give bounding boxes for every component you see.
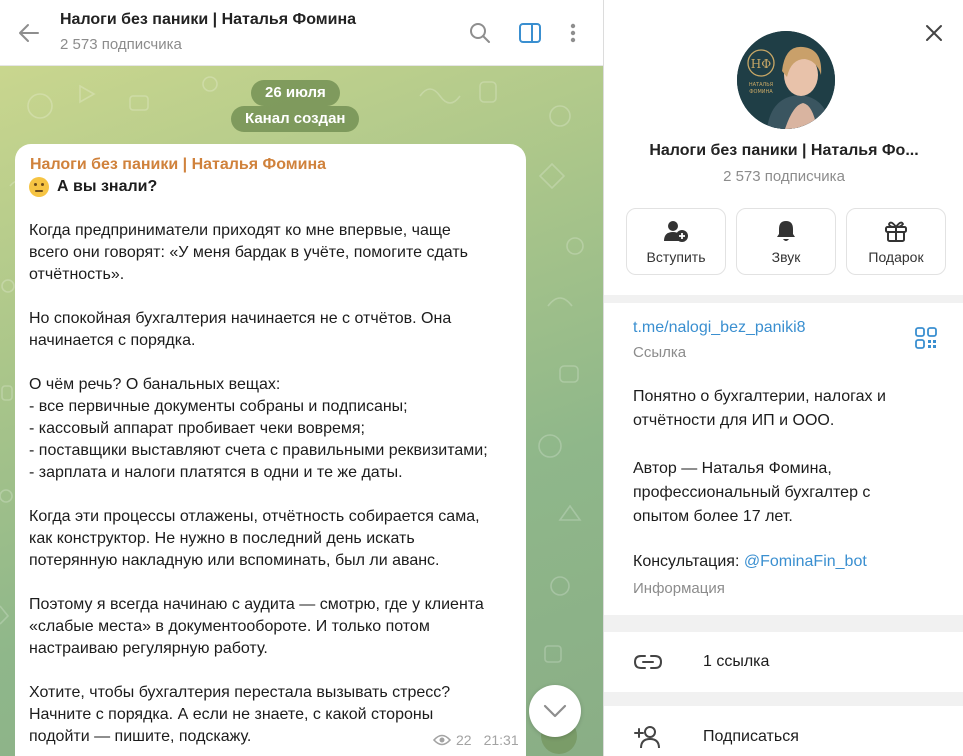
message-line: как конструктор. Не нужно в последний де… — [29, 530, 415, 547]
add-user-outline-icon — [634, 726, 660, 749]
sound-button[interactable]: Звук — [736, 208, 836, 275]
links-row-label: 1 ссылка — [703, 653, 770, 670]
avatar-caption-last: ФОМИНА — [749, 89, 773, 95]
avatar-caption-first: НАТАЛЬЯ — [749, 82, 773, 88]
message-line: Но спокойная бухгалтерия начинается не с… — [29, 310, 452, 327]
message-text: Когда предприниматели приходят ко мне вп… — [29, 220, 512, 748]
message-line: Когда предприниматели приходят ко мне вп… — [29, 222, 451, 239]
channel-title: Налоги без паники | Наталья Фо... — [649, 142, 919, 159]
consultation-prefix: Консультация: — [633, 553, 744, 570]
subscribe-row-label: Подписаться — [703, 728, 799, 745]
link-icon — [633, 655, 663, 669]
message-line: отчётность». — [29, 266, 125, 283]
message-line: Хотите, чтобы бухгалтерия перестала вызы… — [29, 684, 451, 701]
gift-button[interactable]: Подарок — [846, 208, 946, 275]
avatar-logo: НФ — [751, 57, 771, 71]
description-line: опытом более 17 лет. — [633, 508, 793, 525]
message-line: всего они говорят: «У меня бардак в учёт… — [29, 244, 469, 261]
chat-pane: Налоги без паники | Наталья Фомина 2 573… — [0, 0, 603, 756]
message-line: потерянную накладную или вспоминать, был… — [29, 552, 440, 569]
more-vertical-icon — [570, 23, 576, 43]
qr-code-button[interactable] — [915, 327, 941, 353]
message-line: - все первичные документы собраны и подп… — [29, 398, 408, 415]
gift-button-label: Подарок — [868, 249, 924, 265]
consultation-line: Консультация: @FominaFin_bot — [633, 553, 867, 571]
links-section: 1 ссылка — [604, 632, 963, 692]
sidebar-toggle-button[interactable] — [515, 18, 545, 48]
channel-link-label: Ссылка — [633, 344, 687, 361]
message-paragraph: О чём речь? О банальных вещах: - все перв… — [29, 374, 512, 484]
sound-button-label: Звук — [771, 249, 801, 265]
message-heading-text: А вы знали? — [57, 178, 158, 195]
message-paragraph: Но спокойная бухгалтерия начинается не с… — [29, 308, 512, 352]
description-paragraph: Автор — Наталья Фомина, профессиональный … — [633, 457, 886, 529]
message-paragraph: Когда предприниматели приходят ко мне вп… — [29, 220, 512, 286]
service-message: Канал создан — [231, 106, 360, 132]
link-icon-wrap — [633, 648, 663, 676]
views-count: 22 — [456, 732, 472, 748]
message-author[interactable]: Налоги без паники | Наталья Фомина — [30, 154, 512, 176]
info-label: Информация — [633, 580, 725, 597]
channel-subscribers: 2 573 подписчика — [723, 168, 845, 185]
channel-info-panel: НФ НАТАЛЬЯ ФОМИНА Налоги без паники | На… — [603, 0, 963, 756]
message-time: 21:31 — [483, 732, 519, 748]
bell-icon — [777, 221, 795, 241]
join-button[interactable]: Вступить — [626, 208, 726, 275]
eye-icon — [433, 734, 451, 746]
subscribe-section: Подписаться — [604, 706, 963, 756]
message-line: - поставщики выставляют счета с правильн… — [29, 442, 488, 459]
date-pill: 26 июля — [251, 80, 340, 106]
description-line: Автор — Наталья Фомина, — [633, 460, 832, 477]
chat-subscribers: 2 573 подписчика — [60, 36, 182, 53]
message-line: Начните с порядка. А если не знаете, с к… — [29, 706, 434, 723]
links-row[interactable]: 1 ссылка — [604, 634, 963, 690]
add-user-icon — [664, 221, 688, 242]
search-icon — [470, 23, 490, 43]
channel-profile: НФ НАТАЛЬЯ ФОМИНА Налоги без паники | На… — [604, 0, 963, 295]
chevron-down-icon — [543, 704, 567, 718]
more-button[interactable] — [558, 18, 588, 48]
message-line: начинается с порядка. — [29, 332, 196, 349]
join-button-label: Вступить — [646, 249, 706, 265]
description-line: профессиональный бухгалтер с — [633, 484, 871, 501]
subscribe-icon-wrap — [633, 723, 663, 751]
channel-avatar[interactable]: НФ НАТАЛЬЯ ФОМИНА — [737, 31, 835, 129]
chat-title[interactable]: Налоги без паники | Наталья Фомина — [60, 11, 356, 29]
message-paragraph: Поэтому я всегда начинаю с аудита — смот… — [29, 594, 512, 660]
message-line: Когда эти процессы отлажены, отчётность … — [29, 508, 480, 525]
avatar-image: НФ НАТАЛЬЯ ФОМИНА — [737, 31, 835, 129]
chat-header: Налоги без паники | Наталья Фомина 2 573… — [0, 0, 603, 66]
description-paragraph: Понятно о бухгалтерии, налогах и отчётнос… — [633, 385, 886, 433]
scroll-down-button[interactable] — [529, 685, 581, 737]
channel-description: Понятно о бухгалтерии, налогах и отчётнос… — [633, 385, 886, 553]
message-line: - кассовый аппарат пробивает чеки воврем… — [29, 420, 365, 437]
search-button[interactable] — [465, 18, 495, 48]
message-meta: 22 21:31 — [433, 732, 519, 748]
close-icon — [926, 25, 942, 41]
message-line: Поэтому я всегда начинаю с аудита — смот… — [29, 596, 484, 613]
qr-code-icon — [915, 327, 937, 349]
message-heading: А вы знали? — [29, 176, 512, 198]
gift-icon — [885, 221, 907, 242]
thinking-face-icon — [29, 177, 49, 197]
channel-link[interactable]: t.me/nalogi_bez_paniki8 — [633, 319, 806, 337]
channel-details: t.me/nalogi_bez_paniki8 Ссылка Понятно о… — [604, 303, 963, 615]
consultation-bot-link[interactable]: @FominaFin_bot — [744, 553, 867, 570]
description-line: Понятно о бухгалтерии, налогах и — [633, 388, 886, 405]
sidebar-panel-icon — [519, 23, 541, 43]
message-paragraph: Когда эти процессы отлажены, отчётность … — [29, 506, 512, 572]
message-bubble[interactable]: Налоги без паники | Наталья Фомина А вы … — [15, 144, 526, 756]
back-button[interactable] — [14, 18, 44, 48]
message-line: настраиваю регулярную работу. — [29, 640, 268, 657]
message-line: «слабые места» в документообороте. И тол… — [29, 618, 430, 635]
arrow-left-icon — [19, 24, 39, 42]
close-button[interactable] — [919, 18, 949, 48]
message-line: - зарплата и налоги платятся в одни и те… — [29, 464, 403, 481]
subscribe-row[interactable]: Подписаться — [604, 709, 963, 756]
message-line: О чём речь? О банальных вещах: — [29, 376, 281, 393]
description-line: отчётности для ИП и ООО. — [633, 412, 835, 429]
